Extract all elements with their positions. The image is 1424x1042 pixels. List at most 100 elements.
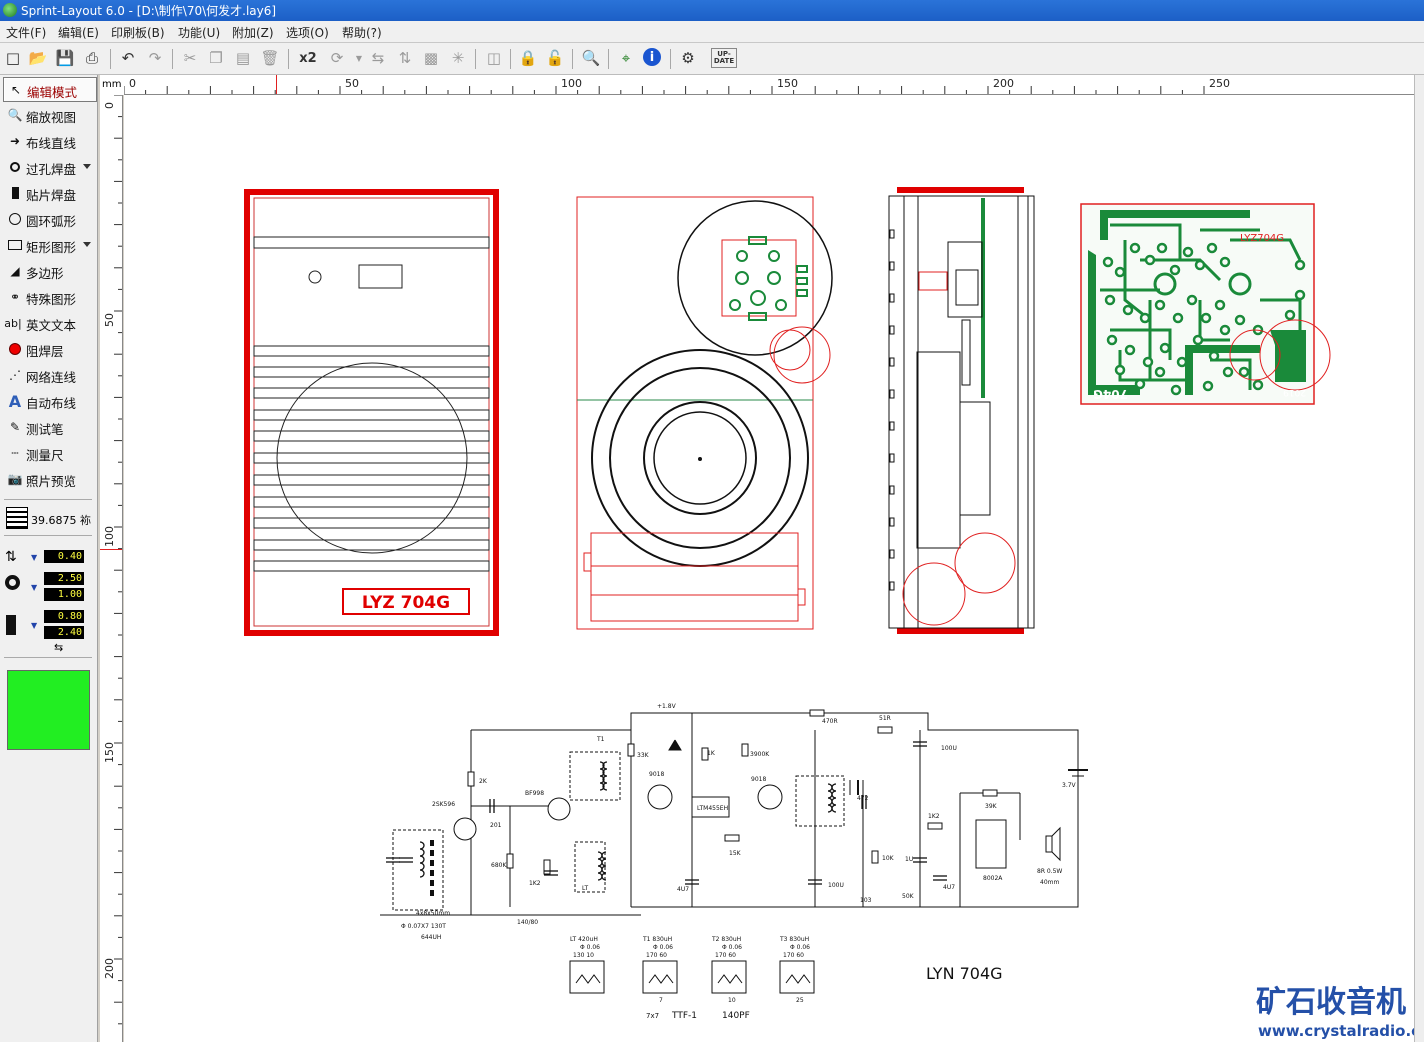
mirror-v-icon[interactable]: ⇅ [395, 48, 415, 68]
lock-icon[interactable]: 🔒 [518, 48, 538, 68]
schematic-label: 40mm [1040, 879, 1059, 886]
ruler-top-label: 0 [129, 77, 136, 90]
copy-icon[interactable]: ❐ [206, 48, 226, 68]
layer-color-swatch[interactable] [7, 670, 90, 750]
tool-special-shape[interactable]: ⚭ 特殊图形 [3, 285, 95, 308]
new-file-icon[interactable]: □ [3, 48, 23, 68]
ruler-left: 0 50 100 150 200 [100, 95, 123, 1042]
tool-solder-mask[interactable]: 阻焊层 [3, 337, 95, 360]
tool-netlist[interactable]: ⋰ 网络连线 [3, 363, 95, 386]
menu-options[interactable]: 选项(O) [286, 24, 329, 41]
menu-file[interactable]: 文件(F) [6, 24, 46, 41]
schematic-label: 39K [985, 803, 998, 810]
smd-width-field[interactable]: 0.80 [44, 610, 84, 623]
unlock-icon[interactable]: 🔓 [545, 48, 565, 68]
special-shape-icon: ⚭ [9, 290, 21, 304]
cut-icon[interactable]: ✂ [180, 48, 200, 68]
grid-icon[interactable] [6, 507, 28, 529]
ruler-top-label: 200 [993, 77, 1014, 90]
pad-outer-field[interactable]: 2.50 [44, 572, 84, 585]
tool-photo-view[interactable]: 📷 照片预览 [3, 467, 95, 490]
tool-rectangle[interactable]: 矩形图形 [3, 233, 95, 256]
drawing-canvas[interactable]: LYZ 704G LYZ704G 704G 2019 +1.8V 470R 51… [124, 95, 1414, 1042]
ruler-left-label: 100 [103, 526, 116, 547]
grid-value[interactable]: 39.6875 袮 [31, 512, 91, 528]
schematic-label: 51R [879, 715, 891, 722]
coil-note: 140PF [722, 1011, 750, 1021]
menu-board[interactable]: 印刷板(B) [111, 24, 165, 41]
track-width-field[interactable]: 0.40 [44, 550, 84, 563]
tool-autoroute[interactable]: A 自动布线 [3, 389, 95, 412]
tool-polygon[interactable]: ◢ 多边形 [3, 259, 95, 282]
back-view-drawing[interactable] [576, 196, 833, 630]
tool-measure[interactable]: ┄ 测量尺 [3, 441, 95, 464]
schematic-label: 9018 [649, 771, 664, 778]
tool-edit-mode[interactable]: ↖ 编辑模式 [3, 77, 97, 102]
pad-icon [7, 159, 23, 175]
schematic-label: 1K [707, 750, 716, 757]
print-icon[interactable]: ⎙ [82, 48, 102, 68]
delete-icon[interactable]: 🗑 [260, 48, 280, 68]
group-icon[interactable]: ◫ [484, 48, 504, 68]
duplicate-x2-button[interactable]: x2 [296, 48, 320, 68]
rotate-icon[interactable]: ⟳ [327, 48, 347, 68]
tool-smd-pad[interactable]: 贴片焊盘 [3, 181, 95, 204]
schematic-label: 680K [491, 862, 507, 869]
settings-gear-icon[interactable]: ⚙ [678, 48, 698, 68]
tool-text[interactable]: ab| 英文文本 [3, 311, 95, 334]
vertical-scrollbar[interactable] [1414, 75, 1424, 1042]
redo-icon[interactable]: ↷ [145, 48, 165, 68]
schematic-label: LTM455EH [697, 805, 728, 812]
rotate-dropdown-icon[interactable]: ▼ [349, 48, 369, 68]
open-folder-icon[interactable]: 📂 [28, 48, 48, 68]
polygon-icon: ◢ [10, 264, 20, 278]
tool-pad[interactable]: 过孔焊盘 [3, 155, 95, 178]
pad-inner-field[interactable]: 1.00 [44, 588, 84, 601]
mirror-h-icon[interactable]: ⇆ [368, 48, 388, 68]
ruler-unit: mm [102, 79, 122, 90]
coil-spec-name: T1 830uH [642, 936, 672, 943]
update-icon[interactable]: UP- DATE [711, 48, 737, 68]
ruler-top-label: 100 [561, 77, 582, 90]
menu-help[interactable]: 帮助(?) [342, 24, 382, 41]
menu-edit[interactable]: 编辑(E) [58, 24, 99, 41]
pcb-layout-drawing[interactable]: LYZ704G 704G 2019 [1080, 203, 1331, 405]
ruler-corner: mm [100, 75, 124, 95]
snap-icon[interactable]: ✳ [448, 48, 468, 68]
tool-circle[interactable]: 圆环弧形 [3, 207, 95, 230]
smd-size-dropdown-icon[interactable]: ▼ [31, 621, 37, 630]
align-icon[interactable]: ▩ [421, 48, 441, 68]
schematic-drawing[interactable]: +1.8V 470R 51R 100U 33K 1K 3900K 9018 9018 2K BF99… [380, 703, 1088, 1021]
crop-icon[interactable]: ⌖ [616, 48, 636, 68]
ruler-left-label: 150 [103, 742, 116, 763]
swap-icon[interactable]: ⇆ [54, 641, 63, 654]
front-view-drawing[interactable]: LYZ 704G [244, 189, 499, 636]
info-icon[interactable]: i [643, 48, 661, 66]
menu-bar: 文件(F) 编辑(E) 印刷板(B) 功能(U) 附加(Z) 选项(O) 帮助(… [0, 21, 1424, 43]
coil-spec-wire: Φ 0.06 [722, 944, 742, 951]
pad-size-dropdown-icon[interactable]: ▼ [31, 583, 37, 592]
rectangle-dropdown-icon[interactable] [83, 242, 91, 247]
side-view-drawing[interactable] [888, 187, 1035, 634]
smd-height-field[interactable]: 2.40 [44, 626, 84, 639]
coil-spec-wire: Φ 0.06 [790, 944, 810, 951]
probe-icon: ✎ [9, 420, 21, 434]
save-icon[interactable]: 💾 [55, 48, 75, 68]
pad-size-icon [5, 575, 20, 590]
search-icon[interactable]: 🔍 [581, 48, 601, 68]
tool-track[interactable]: ➜ 布线直线 [3, 129, 95, 152]
menu-extras[interactable]: 附加(Z) [232, 24, 274, 41]
paste-icon[interactable]: ▤ [233, 48, 253, 68]
tool-zoom[interactable]: 🔍 缩放视图 [3, 103, 95, 126]
pad-dropdown-icon[interactable] [83, 164, 91, 169]
undo-icon[interactable]: ↶ [118, 48, 138, 68]
schematic-label: 201 [490, 822, 502, 829]
solder-mask-icon [7, 341, 23, 357]
menu-functions[interactable]: 功能(U) [178, 24, 220, 41]
track-width-dropdown-icon[interactable]: ▼ [31, 553, 37, 562]
tool-probe[interactable]: ✎ 测试笔 [3, 415, 95, 438]
coil-spec-name: LT 420uH [570, 936, 598, 943]
schematic-label: LT [582, 885, 589, 892]
schematic-title: LYN 704G [926, 964, 1003, 983]
schematic-label: 3900K [750, 751, 770, 758]
